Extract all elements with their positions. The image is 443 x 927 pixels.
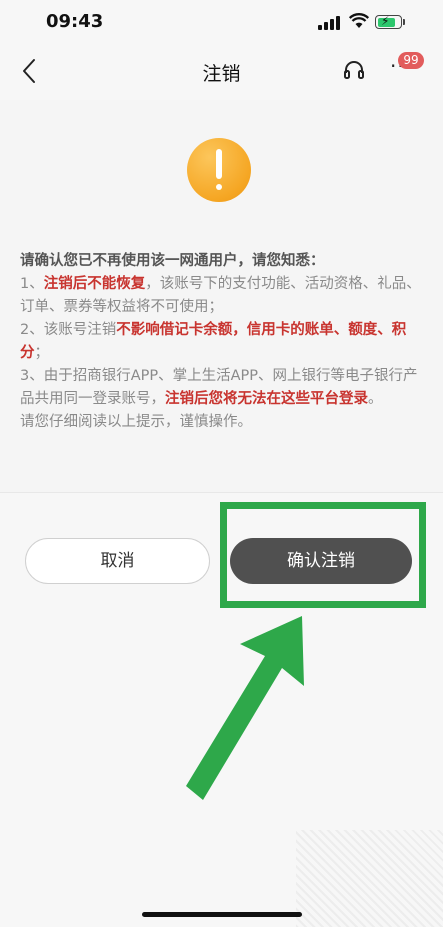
divider [0,492,443,493]
home-indicator [142,912,302,917]
notice-item2-prefix: 2、该账号注销 [20,322,117,338]
headset-icon[interactable] [342,58,366,82]
notice-text: 请确认您已不再使用该一网通用户，请您知悉： 1、注销后不能恢复，该账号下的支付功… [20,250,426,434]
status-bar: 09:43 ⚡ [0,0,443,44]
notification-badge: 99 [398,52,424,69]
confirm-deregister-button[interactable]: 确认注销 [230,538,412,584]
notice-intro: 请确认您已不再使用该一网通用户，请您知悉： [20,253,325,269]
watermark [296,830,443,927]
notice-item3-highlight: 注销后您将无法在这些平台登录 [165,391,368,407]
signal-icon [318,16,340,30]
notice-item1-highlight: 注销后不能恢复 [43,276,146,292]
page-title: 注销 [202,63,241,85]
charging-icon: ⚡ [381,14,390,28]
exclamation-icon [187,138,251,202]
battery-tip [403,19,405,25]
notice-item2-rest: ； [34,345,50,361]
notice-footer: 请您仔细阅读以上提示，谨慎操作。 [20,414,252,430]
notice-item1-prefix: 1、 [20,276,44,292]
notice-item3-rest: 。 [368,391,383,407]
cancel-button[interactable]: 取消 [25,538,210,584]
annotation-arrow-icon [186,616,304,800]
nav-bar: 注销 ··· 99 [0,44,443,100]
status-time: 09:43 [46,11,104,32]
wifi-icon [349,13,369,28]
